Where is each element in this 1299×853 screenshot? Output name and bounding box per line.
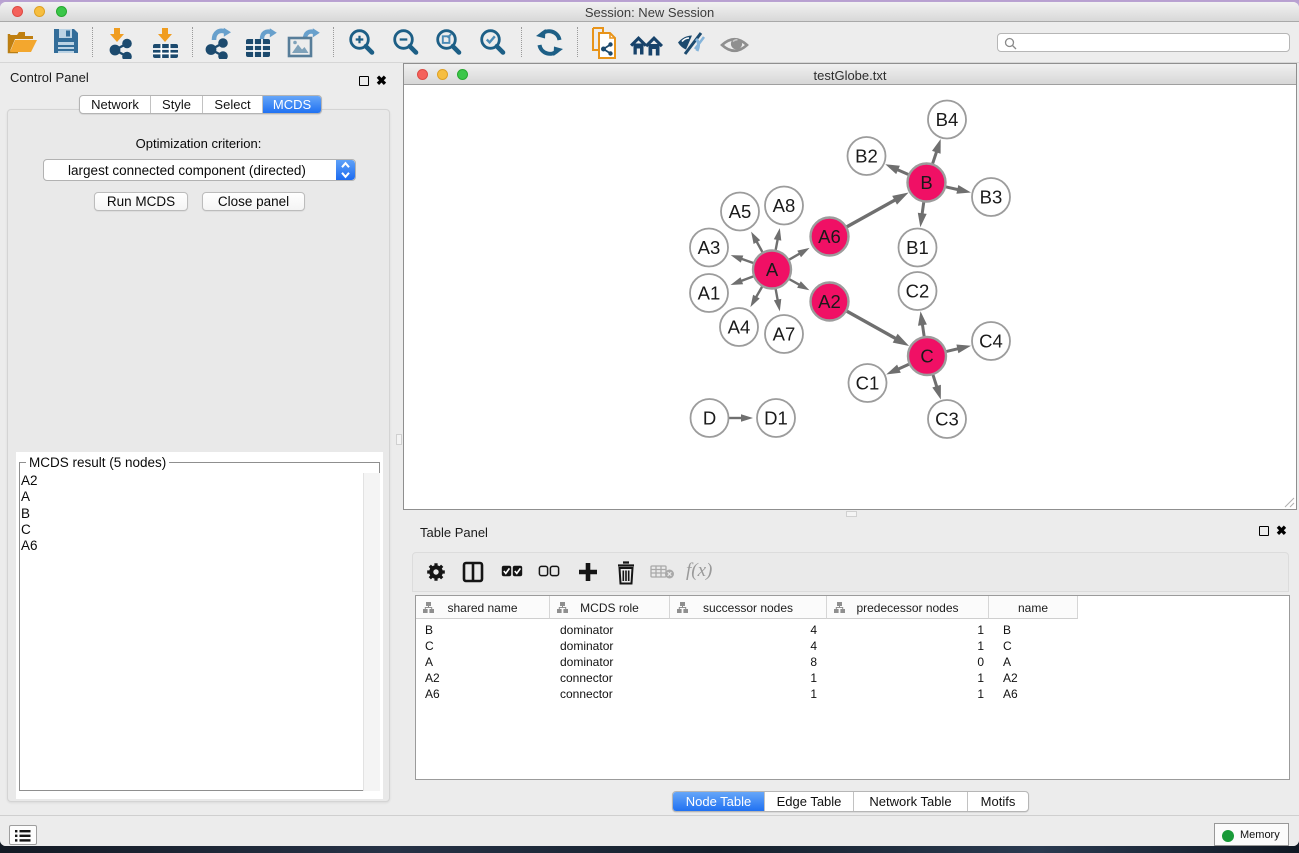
svg-text:C2: C2 [906, 281, 930, 302]
svg-text:A: A [766, 259, 779, 280]
svg-text:A1: A1 [698, 283, 721, 304]
svg-text:D1: D1 [764, 408, 788, 429]
svg-text:C4: C4 [979, 331, 1003, 352]
svg-text:B3: B3 [980, 187, 1003, 208]
svg-text:A4: A4 [728, 317, 751, 338]
svg-text:B4: B4 [936, 109, 959, 130]
svg-text:C: C [920, 346, 933, 367]
svg-text:A8: A8 [773, 195, 796, 216]
svg-text:A6: A6 [818, 226, 841, 247]
svg-text:B: B [920, 172, 932, 193]
svg-text:B2: B2 [855, 146, 878, 167]
svg-text:C1: C1 [856, 373, 880, 394]
svg-text:A2: A2 [818, 291, 841, 312]
svg-text:A5: A5 [729, 201, 752, 222]
svg-text:D: D [703, 408, 716, 429]
svg-text:B1: B1 [906, 237, 929, 258]
svg-text:A7: A7 [773, 324, 796, 345]
svg-text:A3: A3 [698, 237, 721, 258]
svg-text:C3: C3 [935, 409, 959, 430]
